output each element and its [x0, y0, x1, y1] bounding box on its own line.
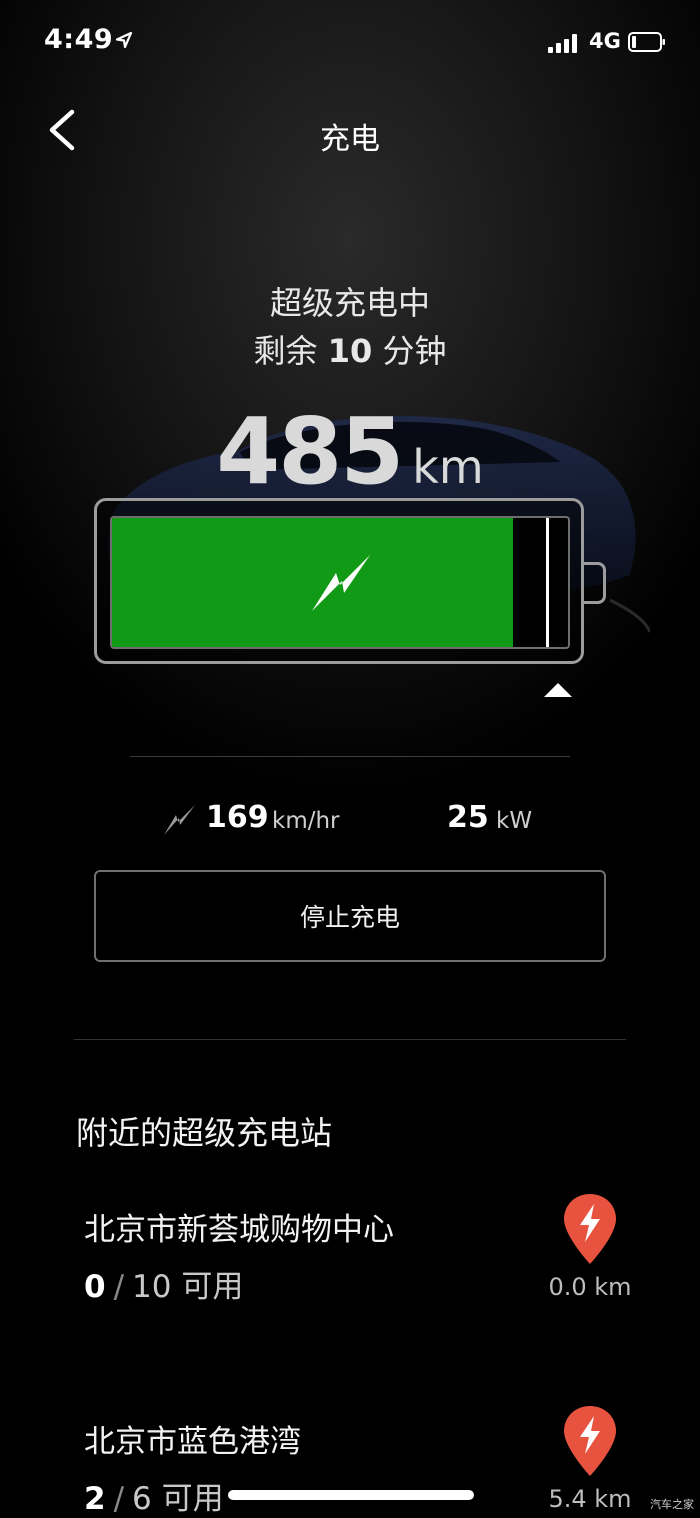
- supercharger-pin-icon[interactable]: [562, 1404, 618, 1478]
- location-arrow-icon: [115, 31, 133, 49]
- range-unit: km: [412, 440, 484, 494]
- charge-limit-marker[interactable]: [542, 682, 574, 698]
- lightning-bolt-icon: [312, 555, 370, 611]
- total-count: 10: [132, 1269, 172, 1305]
- station-availability: 0/10 可用: [84, 1269, 244, 1305]
- station-name[interactable]: 北京市新荟城购物中心: [84, 1204, 394, 1249]
- available-count: 2: [84, 1481, 106, 1517]
- time-remaining-prefix: 剩余: [253, 332, 318, 370]
- home-indicator[interactable]: [228, 1490, 474, 1500]
- time-remaining-unit: 分钟: [382, 332, 447, 370]
- battery-terminal: [584, 562, 606, 604]
- range-value: 485: [216, 398, 404, 505]
- estimated-range: 485 km: [0, 398, 700, 505]
- time-remaining-value: 10: [327, 332, 373, 370]
- charge-rate-icon: [164, 805, 195, 835]
- station-distance: 5.4 km: [548, 1485, 632, 1513]
- available-label: 可用: [181, 1269, 244, 1305]
- charging-status: 超级充电中: [269, 284, 430, 322]
- nearby-superchargers-title: 附近的超级充电站: [76, 1114, 333, 1152]
- time-remaining: 剩余 10 分钟: [0, 326, 700, 372]
- charge-power-value: 25: [447, 800, 489, 835]
- charge-rate-unit: km/hr: [272, 808, 340, 834]
- total-count: 6: [132, 1481, 152, 1517]
- available-label: 可用: [161, 1481, 224, 1517]
- charge-rate-value: 169: [206, 800, 269, 835]
- stop-charging-button[interactable]: 停止充电: [94, 870, 606, 962]
- signal-bars-icon: [548, 33, 580, 53]
- divider: [74, 1039, 626, 1040]
- charge-limit-line: [546, 518, 549, 647]
- network-type: 4G: [589, 29, 621, 53]
- status-time: 4:49: [44, 24, 114, 55]
- station-name[interactable]: 北京市蓝色港湾: [84, 1416, 301, 1461]
- charge-power-unit: kW: [496, 808, 533, 834]
- station-availability: 2/6 可用: [84, 1481, 224, 1517]
- divider: [130, 756, 570, 757]
- watermark: 汽车之家: [650, 1498, 694, 1511]
- page-title: 充电: [320, 122, 380, 157]
- available-count: 0: [84, 1269, 106, 1305]
- station-distance: 0.0 km: [548, 1273, 632, 1301]
- supercharger-pin-icon[interactable]: [562, 1192, 618, 1266]
- battery-low-icon: [628, 32, 665, 52]
